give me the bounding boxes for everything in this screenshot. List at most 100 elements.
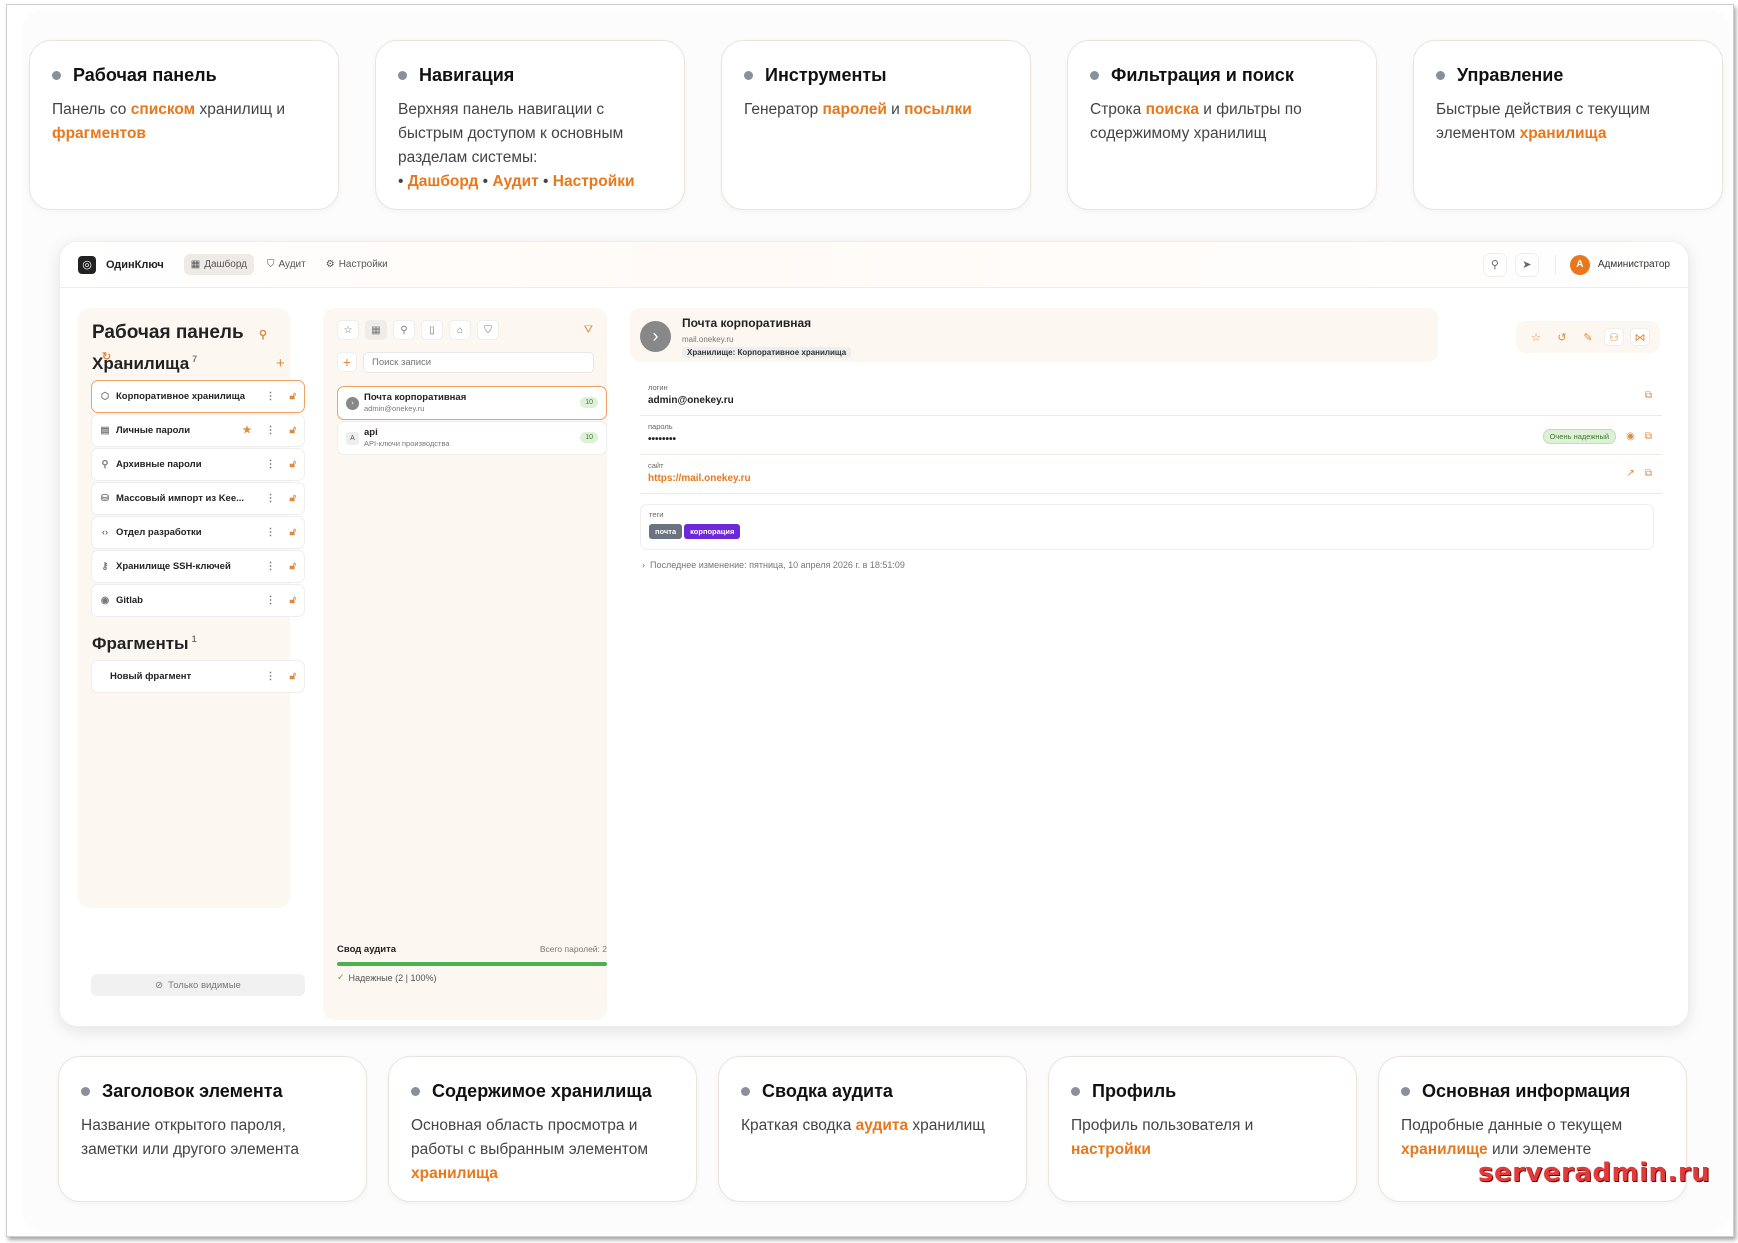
key-icon: ⚲ [400,324,408,336]
shield-icon: ⛉ [267,259,275,270]
copy-icon[interactable]: ⧉ [1645,431,1652,442]
search-input[interactable] [363,352,594,373]
security-filter-button[interactable]: ⛉ [477,320,499,340]
card-text: Строка поиска и фильтры по содержимому х… [1090,101,1302,142]
send-button[interactable]: ➤ [1514,252,1539,277]
more-icon[interactable]: ⋮ [266,527,276,538]
keys-filter-button[interactable]: ⚲ [393,320,415,340]
tags-label: теги [649,510,664,519]
favorite-button[interactable]: ☆ [1526,328,1546,346]
share-users-button[interactable]: ⚇ [1604,328,1624,346]
lock-icon[interactable]: 🔓︎ [290,425,296,436]
eye-icon[interactable]: ◉ [1626,431,1635,442]
list-item[interactable]: › Почта корпоративная admin@onekey.ru 10 [337,386,607,420]
entry-avatar-icon: › [640,321,671,352]
share-icon: ⋈ [1634,331,1646,344]
info-card: Профиль Профиль пользователя и настройки [1048,1056,1357,1202]
edit-button[interactable]: ✎ [1578,328,1598,346]
more-icon[interactable]: ⋮ [266,595,276,606]
copy-icon[interactable]: ⧉ [1645,390,1652,401]
card-title: Управление [1436,65,1700,86]
favorites-filter-button[interactable]: ☆ [337,320,359,340]
add-entry-button[interactable]: + [337,352,357,372]
password-generator-button[interactable]: ⚲ [1482,252,1507,277]
more-icon[interactable]: ⋮ [266,561,276,572]
list-item[interactable]: Aapi API-ключи производства 10 [337,421,607,455]
bullet-icon [81,1087,90,1096]
visible-only-toggle[interactable]: ⊘ Только видимые [91,974,305,996]
more-icon[interactable]: ⋮ [266,493,276,504]
entry-title: Почта корпоративная [364,392,467,403]
lock-icon[interactable]: 🔓︎ [290,595,296,606]
element-fields: логин admin@onekey.ru ⧉ пароль •••••••• Очень… [640,377,1662,494]
fragment-name: Новый фрагмент [110,671,192,682]
more-icon[interactable]: ⋮ [266,391,276,402]
bullet-icon [744,71,753,80]
vault-name: Отдел разработки [116,527,202,538]
bullet-icon [52,71,61,80]
send-icon: ➤ [1522,259,1532,271]
vault-item[interactable]: ⚲ Архивные пароли ⋮ 🔓︎ [91,448,305,481]
tab-settings[interactable]: ⚙ Настройки [319,254,395,275]
all-items-button[interactable]: ▦ [365,320,387,340]
last-modified[interactable]: › Последнее изменение: пятница, 10 апрел… [642,560,905,570]
vault-item[interactable]: ⛁ Массовый импорт из Kee... ⋮ 🔓︎ [91,482,305,515]
key-icon: ⚲ [1490,259,1499,271]
tab-audit[interactable]: ⛉ Аудит [260,254,313,275]
vault-item[interactable]: ◉ Gitlab ⋮ 🔓︎ [91,584,305,617]
more-icon[interactable]: ⋮ [266,459,276,470]
app-logo-icon: ◎ [78,255,96,274]
more-icon[interactable]: ⋮ [266,425,276,436]
vault-name: Личные пароли [116,425,191,436]
history-button[interactable]: ↺ [1552,328,1572,346]
tab-label: Настройки [338,259,388,270]
top-nav-bar: ◎ ОдинКлюч ▦ Дашборд ⛉ Аудит ⚙ Настройки ⚲ ➤ … [60,242,1688,288]
card-text: Подробные данные о текущем хранилище или… [1401,1117,1623,1158]
share-button[interactable]: ⋈ [1630,328,1650,346]
tag-chip[interactable]: корпорация [684,524,741,539]
card-title: Содержимое хранилища [411,1081,674,1102]
vault-item[interactable]: ⚷ Хранилище SSH-ключей ⋮ 🔓︎ [91,550,305,583]
vault-item[interactable]: ‹› Отдел разработки ⋮ 🔓︎ [91,516,305,549]
card-title: Фильтрация и поиск [1090,65,1354,86]
user-profile[interactable]: А Администратор [1554,254,1670,275]
more-icon[interactable]: ⋮ [266,671,276,682]
users-icon: ⚇ [1609,331,1619,344]
search-icon[interactable]: ⚲ [259,329,267,341]
element-title: Почта корпоративная [682,316,812,330]
card-title: Заголовок элемента [81,1081,344,1102]
bullet-icon [1071,1087,1080,1096]
element-header: › Почта корпоративная mail.onekey.ru Хра… [630,308,1670,370]
open-link-icon[interactable]: ↗ [1626,468,1634,479]
field-label: пароль [648,422,673,431]
pencil-icon: ✎ [1583,331,1593,344]
vault-item[interactable]: ⬡ Корпоративное хранилища ⋮ 🔓︎ [91,380,305,413]
star-filled-icon[interactable]: ★ [243,425,252,436]
lock-icon[interactable]: 🔓︎ [290,527,296,538]
lock-icon[interactable]: 🔓︎ [290,493,296,504]
tags-filter-button[interactable]: ⌂ [449,320,471,340]
tab-label: Дашборд [204,259,247,270]
notes-filter-button[interactable]: ▯ [421,320,443,340]
info-card: Рабочая панель Панель со списком хранилищ… [29,40,339,210]
lock-icon[interactable]: 🔓︎ [290,671,296,682]
tab-dashboard[interactable]: ▦ Дашборд [183,254,254,275]
strength-badge: 10 [580,432,598,443]
audit-progress-bar [337,962,607,966]
filter-icon[interactable]: ⛛ [584,324,593,337]
tag-chip[interactable]: почта [649,524,683,539]
copy-icon[interactable]: ⧉ [1645,468,1652,479]
add-vault-button[interactable]: + [276,355,285,372]
fragment-item[interactable]: Новый фрагмент ⋮ 🔓︎ [91,660,305,693]
vault-icon: ◉ [100,595,110,606]
info-card: Содержимое хранилища Основная область про… [388,1056,697,1202]
lock-icon[interactable]: 🔓︎ [290,459,296,470]
lock-icon[interactable]: 🔓︎ [290,391,296,402]
dashboard-icon: ▦ [190,259,201,270]
vault-item[interactable]: ▤ Личные пароли ★ ⋮ 🔓︎ [91,414,305,447]
lock-icon[interactable]: 🔓︎ [290,561,296,572]
card-text: Панель со списком хранилищ и фрагментов [52,101,286,142]
field-value[interactable]: https://mail.onekey.ru [648,473,1654,484]
tab-label: Аудит [278,259,306,270]
vaults-heading: Хранилища 7 [92,354,198,373]
